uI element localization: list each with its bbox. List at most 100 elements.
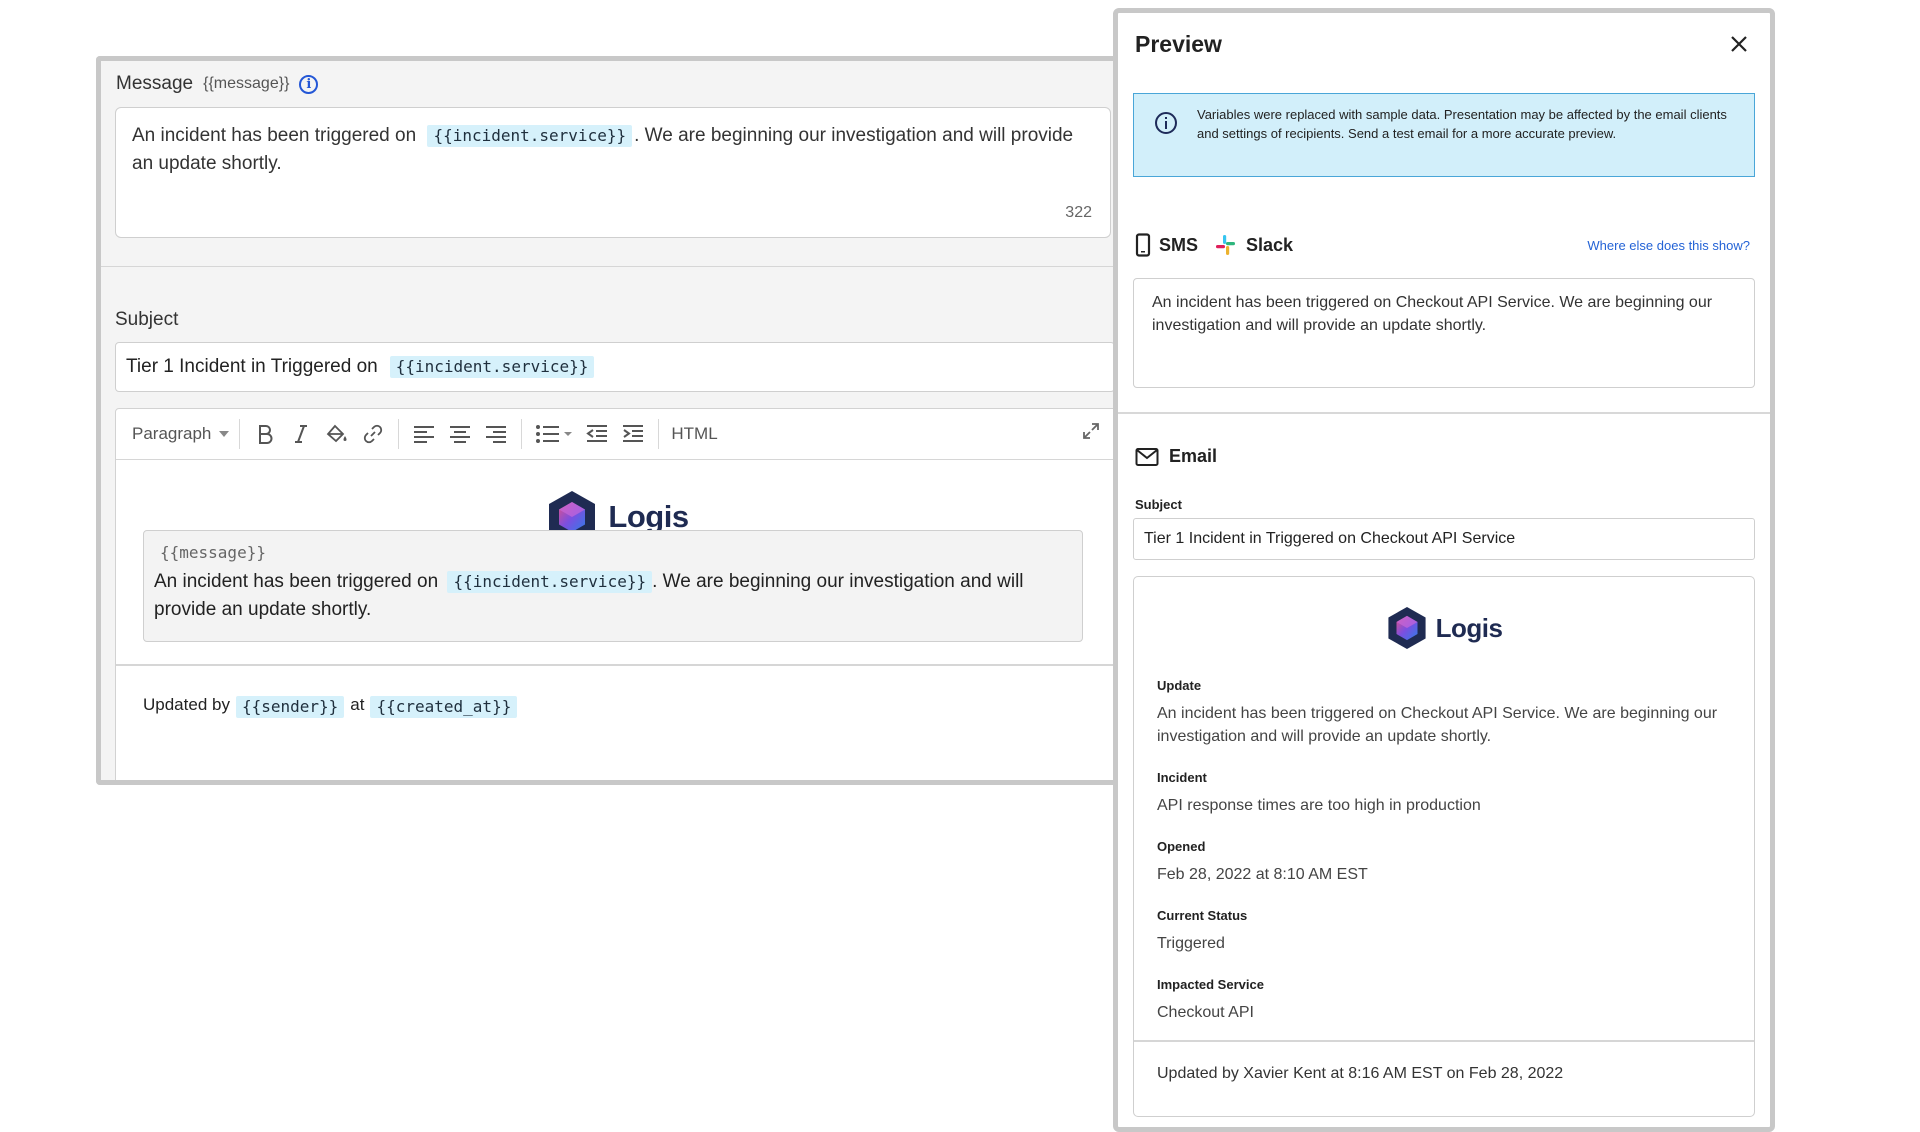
subject-text: Tier 1 Incident in Triggered on [126, 356, 378, 377]
text-style-group [240, 419, 400, 449]
bold-icon [259, 425, 273, 444]
message-block-text-start: An incident has been triggered on [154, 571, 439, 592]
email-preview-card: Logis Update An incident has been trigge… [1133, 576, 1755, 1117]
email-section-current-status: Current Status Triggered [1157, 907, 1731, 976]
email-subject-label: Subject [1135, 497, 1182, 512]
character-count: 322 [1065, 204, 1092, 221]
fill-color-button[interactable] [324, 421, 350, 447]
section-value: Feb 28, 2022 at 8:10 AM EST [1157, 866, 1368, 883]
created-at-variable-chip[interactable]: {{created_at}} [370, 696, 518, 718]
email-section-impacted-service: Impacted Service Checkout API [1157, 976, 1731, 1024]
list-indent-group [522, 419, 660, 449]
divider [116, 664, 1116, 666]
logo: Logis [1134, 605, 1754, 651]
section-label: Impacted Service [1157, 977, 1264, 992]
slack-icon [1216, 235, 1236, 255]
email-subject-field: Tier 1 Incident in Triggered on Checkout… [1133, 518, 1755, 560]
close-icon [1731, 36, 1747, 52]
email-footer: Updated by Xavier Kent at 8:16 AM EST on… [1157, 1065, 1564, 1082]
logo-hexagon-icon [1388, 607, 1426, 649]
section-value: Triggered [1157, 935, 1225, 952]
envelope-icon [1135, 447, 1159, 466]
message-block[interactable]: {{message}} An incident has been trigger… [143, 530, 1083, 642]
slack-channel: Slack [1214, 233, 1293, 257]
logo-text: Logis [1435, 612, 1503, 643]
email-section-update: Update An incident has been triggered on… [1157, 677, 1731, 769]
align-center-icon [450, 426, 471, 443]
divider [1134, 1040, 1754, 1042]
divider [1118, 412, 1770, 414]
variable-chip[interactable]: {{incident.service}} [389, 356, 595, 378]
section-label: Current Status [1157, 908, 1248, 923]
preview-panel: Preview Variables were replaced with sam… [1113, 8, 1775, 1132]
message-text: An incident has been triggered on [132, 125, 417, 146]
info-icon [1154, 111, 1178, 141]
notice-text: Variables were replaced with sample data… [1197, 107, 1727, 141]
message-label: Message [116, 73, 194, 94]
italic-button[interactable] [288, 421, 314, 447]
sms-label: SMS [1159, 234, 1199, 255]
divider [101, 266, 1116, 267]
info-icon[interactable]: i [299, 74, 319, 94]
alignment-group [399, 419, 523, 449]
email-subject-value: Tier 1 Incident in Triggered on Checkout… [1144, 530, 1516, 547]
variable-chip[interactable]: {{incident.service}} [427, 125, 633, 147]
footer-at: at [350, 695, 365, 714]
channels-row: SMS Slack Where else does this show? [1135, 229, 1750, 261]
outdent-icon [586, 425, 608, 442]
where-else-link[interactable]: Where else does this show? [1587, 238, 1750, 253]
editor-footer: Updated by {{sender}} at {{created_at}} [143, 692, 518, 718]
email-body: Update An incident has been triggered on… [1157, 677, 1731, 1024]
paragraph-label: Paragraph [132, 424, 212, 443]
align-center-button[interactable] [447, 421, 473, 447]
editor-toolbar: Paragraph HTML [116, 409, 1116, 460]
expand-button[interactable] [1081, 421, 1101, 446]
footer-updated-by: Updated by [143, 695, 230, 714]
variable-chip[interactable]: {{incident.service}} [447, 571, 653, 593]
section-value: An incident has been triggered on Checko… [1157, 705, 1718, 745]
template-editor-panel: Message {{message}} i An incident has be… [96, 56, 1116, 785]
subject-input[interactable]: Tier 1 Incident in Triggered on {{incide… [115, 342, 1115, 392]
sample-data-notice: Variables were replaced with sample data… [1133, 93, 1755, 177]
sms-channel: SMS [1135, 233, 1198, 257]
close-button[interactable] [1730, 35, 1748, 58]
italic-icon [295, 425, 308, 443]
preview-title: Preview [1135, 31, 1222, 57]
caret-down-icon [219, 431, 230, 437]
bulleted-list-icon [536, 425, 573, 443]
outdent-button[interactable] [584, 421, 610, 447]
indent-icon [623, 425, 644, 442]
message-textarea[interactable]: An incident has been triggered on {{inci… [115, 107, 1111, 238]
section-value: API response times are too high in produ… [1157, 797, 1481, 814]
sender-variable-chip[interactable]: {{sender}} [235, 696, 345, 718]
section-value: Checkout API [1157, 1004, 1254, 1021]
align-left-icon [414, 426, 435, 443]
subject-label: Subject [115, 309, 179, 330]
section-label: Incident [1157, 770, 1207, 785]
rich-text-editor[interactable]: Paragraph HTML Logis {{message}} An inci… [115, 408, 1116, 780]
email-section-opened: Opened Feb 28, 2022 at 8:10 AM EST [1157, 838, 1731, 907]
bold-button[interactable] [252, 421, 278, 447]
slack-label: Slack [1246, 234, 1294, 255]
bulleted-list-button[interactable] [534, 421, 574, 447]
indent-button[interactable] [620, 421, 646, 447]
align-right-icon [486, 426, 507, 443]
link-button[interactable] [360, 421, 386, 447]
email-section-incident: Incident API response times are too high… [1157, 769, 1731, 838]
section-label: Update [1157, 678, 1202, 693]
message-label-row: Message {{message}} i [116, 70, 319, 98]
message-variable: {{message}} [160, 543, 266, 562]
align-left-button[interactable] [411, 421, 437, 447]
align-right-button[interactable] [483, 421, 509, 447]
html-button[interactable]: HTML [659, 424, 717, 444]
section-label: Opened [1157, 839, 1206, 854]
paragraph-format-dropdown[interactable]: Paragraph [132, 419, 241, 449]
link-icon [364, 424, 383, 444]
message-variable-hint: {{message}} [203, 75, 290, 92]
expand-icon [1083, 423, 1099, 439]
email-label: Email [1169, 446, 1218, 466]
paint-bucket-icon [327, 424, 347, 443]
phone-icon [1135, 233, 1151, 257]
message-block-text: An incident has been triggered on {{inci… [154, 568, 1072, 624]
sms-preview-text: An incident has been triggered on Checko… [1152, 294, 1713, 334]
